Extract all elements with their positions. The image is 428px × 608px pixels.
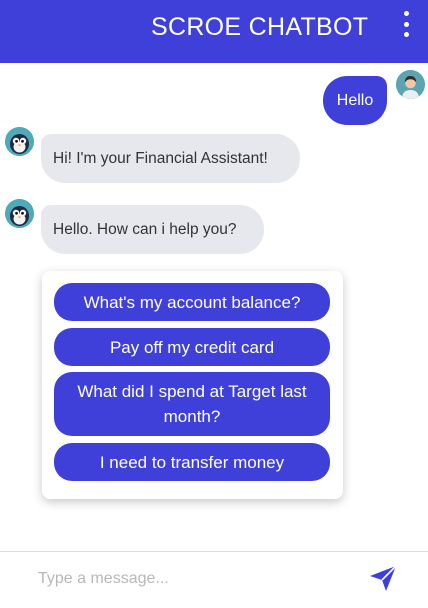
- quick-reply-target-spend[interactable]: What did I spend at Target last month?: [54, 372, 330, 436]
- bot-avatar: [5, 127, 34, 156]
- composer-divider: [0, 551, 428, 552]
- chat-header: SCROE CHATBOT: [0, 0, 428, 63]
- app-title: SCROE CHATBOT: [151, 13, 369, 41]
- quick-reply-account-balance[interactable]: What's my account balance?: [54, 283, 330, 321]
- user-message-bubble: Hello: [323, 76, 387, 125]
- bot-avatar: [5, 199, 34, 228]
- send-icon[interactable]: [368, 564, 398, 592]
- bot-message-bubble: Hi! I'm your Financial Assistant!: [41, 134, 300, 183]
- quick-reply-pay-credit-card[interactable]: Pay off my credit card: [54, 328, 330, 366]
- bot-message-bubble: Hello. How can i help you?: [41, 205, 264, 254]
- user-avatar: [396, 70, 425, 99]
- more-vertical-icon[interactable]: [398, 11, 414, 37]
- quick-replies-card: What's my account balance? Pay off my cr…: [42, 271, 343, 499]
- quick-reply-transfer-money[interactable]: I need to transfer money: [54, 443, 330, 481]
- message-input[interactable]: [24, 562, 372, 596]
